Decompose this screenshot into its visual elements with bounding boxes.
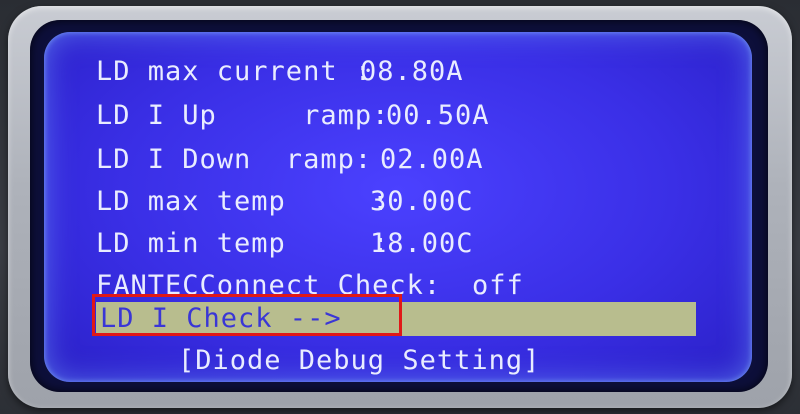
row-label: FANTECConnect Check: <box>96 270 442 301</box>
row-label: LD min temp : <box>96 228 390 259</box>
row-value: 02.00A <box>380 144 484 175</box>
row-ld-i-up-ramp[interactable]: LD I Up ramp: 00.50A <box>96 98 489 134</box>
row-value: 18.00C <box>370 228 474 259</box>
row-ld-max-current[interactable]: LD max current : 08.80A <box>96 54 463 90</box>
row-value: 30.00C <box>370 186 474 217</box>
row-label: LD max temp : <box>96 186 390 217</box>
row-ld-i-down-ramp[interactable]: LD I Down ramp: 02.00A <box>96 142 483 178</box>
row-value: 08.80A <box>360 56 464 87</box>
row-ld-min-temp[interactable]: LD min temp : 18.00C <box>96 226 473 262</box>
row-label: LD I Down ramp: <box>96 144 373 175</box>
menu-item-ld-i-check[interactable]: LD I Check --> <box>100 301 342 337</box>
row-value: off <box>472 270 524 301</box>
row-label: LD max current : <box>96 56 373 87</box>
submenu-diode-debug-setting[interactable]: [Diode Debug Setting] <box>178 343 540 379</box>
row-ld-max-temp[interactable]: LD max temp : 30.00C <box>96 184 473 220</box>
row-fantec-connect-check[interactable]: FANTECConnect Check: off <box>96 268 523 304</box>
lcd-screen: LD max current : 08.80A LD I Up ramp: 00… <box>44 32 752 382</box>
row-label: LD I Up ramp: <box>96 100 390 131</box>
row-value: 00.50A <box>386 100 490 131</box>
